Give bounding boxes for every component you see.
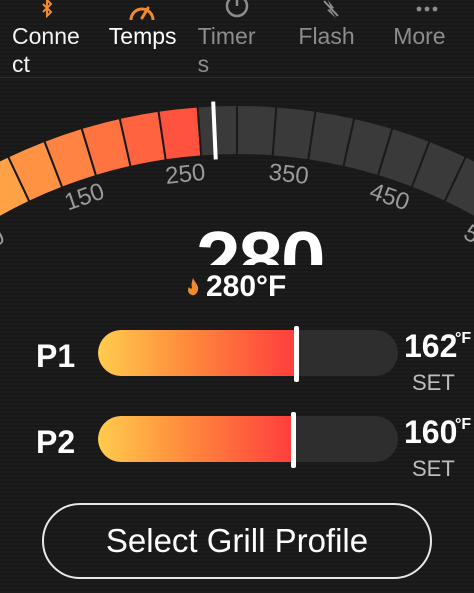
gauge-segment xyxy=(157,105,203,162)
tab-timers[interactable]: Timers xyxy=(190,0,285,78)
tab-bar: Connect Temps Timers Flash More xyxy=(0,0,474,78)
bluetooth-icon xyxy=(32,0,62,20)
tab-more-label: More xyxy=(393,23,446,49)
tab-connect-label: Connect xyxy=(12,23,80,77)
app-root: Connect Temps Timers Flash More 50 150 2… xyxy=(0,0,474,593)
more-dots-icon xyxy=(412,0,442,20)
tab-timers-label: Timers xyxy=(197,23,256,77)
probe-bar-fill xyxy=(98,416,293,462)
tab-flash-label: Flash xyxy=(298,23,355,49)
probe-p2[interactable]: P2 160 °F SET xyxy=(0,412,474,486)
tab-connect[interactable]: Connect xyxy=(0,0,95,78)
gauge-icon xyxy=(127,0,157,21)
probe-bar-fill xyxy=(98,330,296,376)
probe-bar-marker[interactable] xyxy=(291,412,296,468)
probe-label: P2 xyxy=(36,424,76,460)
probe-bar[interactable] xyxy=(98,330,398,376)
probe-temp: 160 xyxy=(404,414,458,450)
tab-temps-label: Temps xyxy=(108,23,177,49)
probe-set-label[interactable]: SET xyxy=(412,456,455,482)
select-grill-profile-button[interactable]: Select Grill Profile xyxy=(42,503,432,579)
flame-icon xyxy=(186,278,200,296)
set-temp-readout: 280°F xyxy=(186,270,286,304)
probe-unit: °F xyxy=(455,416,472,433)
clock-icon xyxy=(222,0,252,20)
probe-set-label[interactable]: SET xyxy=(412,370,455,396)
probe-label: P1 xyxy=(36,338,76,374)
flash-icon xyxy=(317,0,347,20)
tab-more[interactable]: More xyxy=(379,0,474,78)
probe-temp: 162 xyxy=(404,328,458,364)
set-temp-value: 280°F xyxy=(206,270,287,303)
probe-p1[interactable]: P1 162 °F SET xyxy=(0,326,474,400)
gauge-tick-label: 550 xyxy=(459,219,474,263)
gauge-segment xyxy=(196,103,238,158)
gauge-tick-label: 250 xyxy=(164,159,207,190)
gauge-tick-label: 350 xyxy=(267,159,310,190)
probe-bar-marker[interactable] xyxy=(294,326,299,382)
gauge-tick-label: 50 xyxy=(0,223,9,260)
probe-unit: °F xyxy=(455,330,472,347)
probe-bar[interactable] xyxy=(98,416,398,462)
current-temp-readout: 280 xyxy=(196,215,324,265)
gauge-needle xyxy=(211,101,218,160)
tab-temps[interactable]: Temps xyxy=(95,0,190,78)
tab-flash[interactable]: Flash xyxy=(284,0,379,78)
gauge-segment xyxy=(236,103,278,158)
